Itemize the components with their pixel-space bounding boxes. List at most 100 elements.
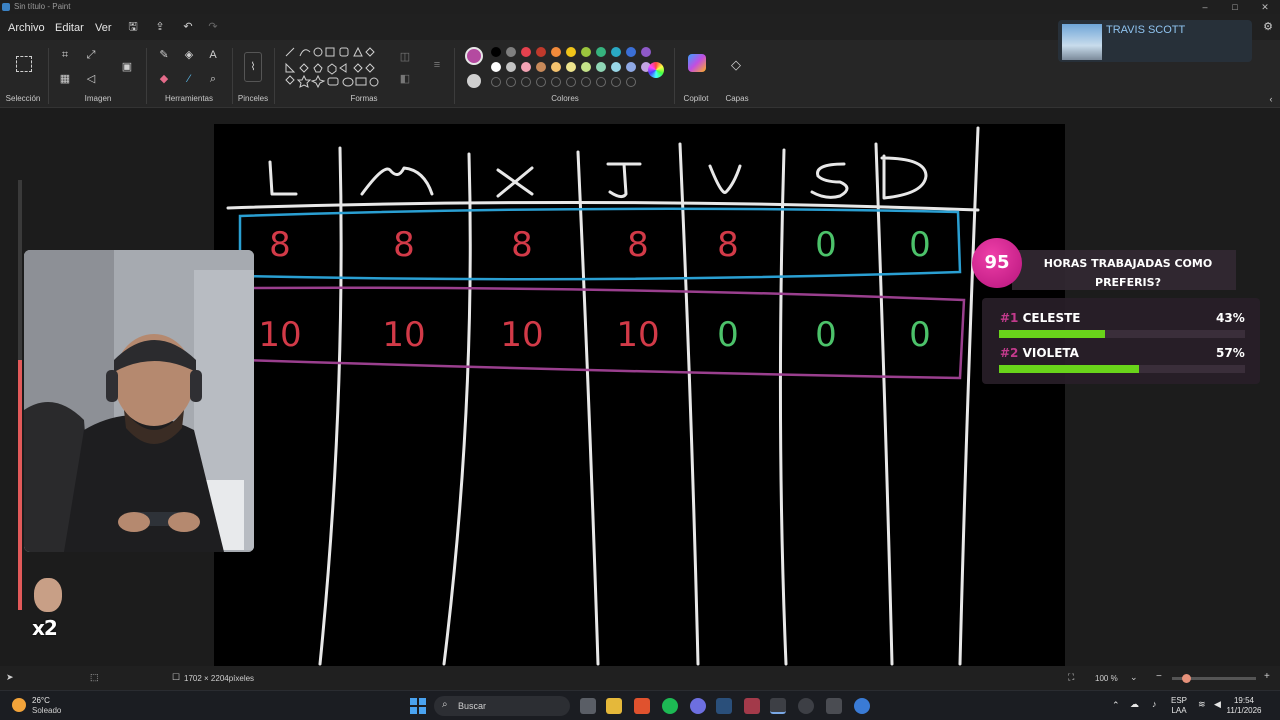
palette-color-swatch[interactable] (536, 62, 546, 72)
ribbon-collapse-icon[interactable]: ‹ (1264, 92, 1278, 106)
tray-overflow-icon[interactable]: ⌃ (1112, 700, 1120, 711)
custom-color-slot[interactable] (626, 77, 636, 87)
custom-color-slot[interactable] (611, 77, 621, 87)
eraser-icon[interactable]: ◆ (157, 72, 171, 86)
custom-color-slot[interactable] (506, 77, 516, 87)
resize-icon[interactable]: ⤢ (84, 48, 98, 62)
fit-to-window-icon[interactable]: ⛶ (1068, 672, 1074, 683)
palette-color-swatch[interactable] (626, 47, 636, 57)
minimize-button[interactable]: – (1190, 1, 1220, 13)
weather-temperature[interactable]: 26°C (32, 696, 50, 705)
color-picker-icon[interactable]: ⁄ (182, 72, 196, 86)
fill-bucket-icon[interactable]: ◈ (182, 48, 196, 62)
zoom-dropdown-icon[interactable]: ⌄ (1130, 672, 1138, 683)
brush-icon[interactable]: ⌇ (244, 52, 262, 82)
share-icon[interactable]: ⇪ (153, 20, 167, 34)
copilot-icon[interactable] (688, 54, 706, 72)
palette-color-swatch[interactable] (506, 47, 516, 57)
magnifier-icon[interactable]: ⌕ (206, 72, 220, 86)
palette-color-swatch[interactable] (611, 47, 621, 57)
palette-color-swatch[interactable] (581, 47, 591, 57)
custom-color-slot[interactable] (521, 77, 531, 87)
palette-color-swatch[interactable] (551, 47, 561, 57)
select-rectangle-icon[interactable] (16, 56, 32, 72)
palette-color-swatch[interactable] (611, 62, 621, 72)
clock-time[interactable]: 19:54 (1222, 696, 1266, 705)
close-button[interactable]: ✕ (1250, 1, 1280, 13)
weather-sun-icon[interactable] (12, 698, 26, 712)
vertical-level-slider[interactable] (18, 180, 22, 610)
network-tray-icon[interactable]: ☁ (1130, 699, 1139, 710)
wifi-icon[interactable]: ≋ (1198, 699, 1206, 710)
volume-icon[interactable]: ◀ (1214, 699, 1221, 710)
menu-archivo[interactable]: Archivo (8, 22, 45, 34)
background-removal-icon[interactable]: ▣ (120, 60, 134, 74)
palette-color-swatch[interactable] (521, 47, 531, 57)
custom-color-slot[interactable] (566, 77, 576, 87)
palette-color-swatch[interactable] (641, 47, 651, 57)
text-tool-icon[interactable]: A (206, 48, 220, 62)
group-label-colores: Colores (551, 94, 579, 103)
palette-color-swatch[interactable] (521, 62, 531, 72)
palette-color-swatch[interactable] (581, 62, 591, 72)
pencil-icon[interactable]: ✎ (157, 48, 171, 62)
paint-taskbar-icon[interactable] (770, 698, 786, 714)
palette-color-swatch[interactable] (566, 62, 576, 72)
discord-icon[interactable] (690, 698, 706, 714)
zoom-slider-thumb[interactable] (1182, 674, 1191, 683)
palette-color-swatch[interactable] (626, 62, 636, 72)
custom-color-slot[interactable] (581, 77, 591, 87)
zoom-out-icon[interactable]: − (1156, 671, 1162, 682)
shape-fill-icon[interactable]: ◧ (398, 72, 412, 86)
brave-browser-icon[interactable] (634, 698, 650, 714)
layers-icon[interactable]: ◇ (729, 58, 743, 72)
palette-color-swatch[interactable] (506, 62, 516, 72)
zoom-in-icon[interactable]: + (1264, 671, 1270, 682)
obs-icon[interactable] (798, 698, 814, 714)
calculator-icon[interactable] (826, 698, 842, 714)
active-color-swatch[interactable] (465, 47, 483, 65)
palette-color-swatch[interactable] (491, 47, 501, 57)
settings-gear-icon[interactable]: ⚙ (1261, 20, 1275, 34)
custom-color-slot[interactable] (551, 77, 561, 87)
drawing-canvas[interactable]: 8 8 8 8 8 0 0 10 10 10 10 0 0 0 (214, 124, 1065, 666)
zoom-slider[interactable] (1172, 674, 1256, 683)
app-icon[interactable] (744, 698, 760, 714)
custom-color-slot[interactable] (491, 77, 501, 87)
image-select-icon[interactable]: ▦ (58, 72, 72, 86)
save-icon[interactable]: 🖫 (126, 20, 140, 34)
shape-outline-icon[interactable]: ◫ (398, 50, 412, 64)
shapes-gallery[interactable] (282, 46, 392, 94)
windows-start-icon[interactable] (410, 698, 426, 714)
palette-color-swatch[interactable] (536, 47, 546, 57)
zoom-level[interactable]: 100 % (1095, 674, 1118, 683)
menu-editar[interactable]: Editar (55, 22, 84, 34)
steam-icon[interactable] (716, 698, 732, 714)
taskbar-search[interactable]: ⌕ Buscar (434, 696, 570, 716)
crop-icon[interactable]: ⌗ (58, 48, 72, 62)
palette-color-swatch[interactable] (491, 62, 501, 72)
secondary-color-swatch[interactable] (467, 74, 481, 88)
task-view-icon[interactable] (580, 698, 596, 714)
weather-condition[interactable]: Soleado (32, 706, 61, 715)
redo-icon[interactable]: ↷ (206, 20, 220, 34)
edit-colors-icon[interactable] (648, 62, 664, 78)
edge-icon[interactable] (854, 698, 870, 714)
rotate-icon[interactable]: ◁ (84, 72, 98, 86)
palette-color-swatch[interactable] (551, 62, 561, 72)
menu-ver[interactable]: Ver (95, 22, 112, 34)
custom-color-slot[interactable] (536, 77, 546, 87)
shape-size-icon[interactable]: ≡ (430, 58, 444, 72)
custom-color-slot[interactable] (596, 77, 606, 87)
spotify-icon[interactable] (662, 698, 678, 714)
undo-icon[interactable]: ↶ (181, 20, 195, 34)
language-indicator[interactable]: ESP (1166, 696, 1192, 705)
microphone-icon[interactable]: ♪ (1152, 699, 1157, 709)
palette-color-swatch[interactable] (596, 47, 606, 57)
region-indicator[interactable]: LAA (1166, 706, 1192, 715)
palette-color-swatch[interactable] (596, 62, 606, 72)
file-explorer-icon[interactable] (606, 698, 622, 714)
maximize-button[interactable]: □ (1220, 1, 1250, 13)
clock-date[interactable]: 11/1/2026 (1222, 706, 1266, 715)
palette-color-swatch[interactable] (566, 47, 576, 57)
